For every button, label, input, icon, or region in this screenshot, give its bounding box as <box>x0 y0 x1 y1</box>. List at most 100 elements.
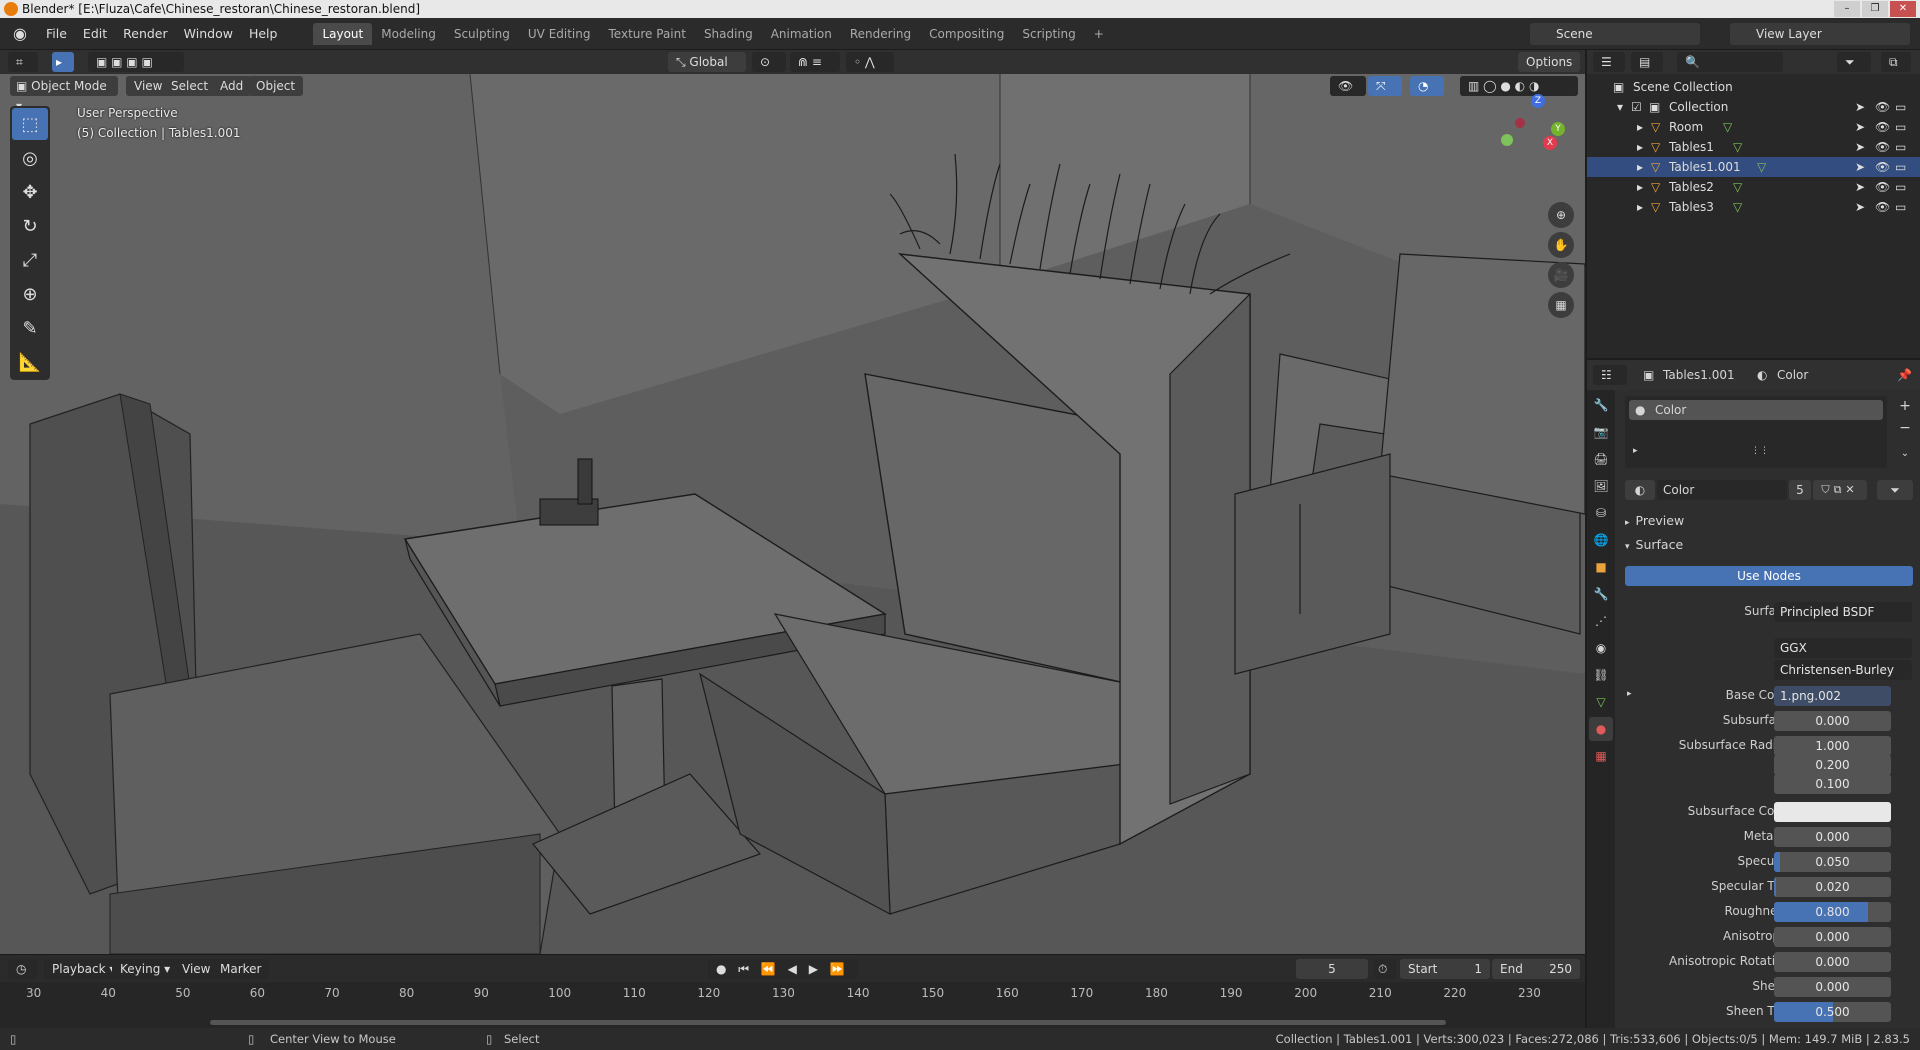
neg-y-axis-icon[interactable] <box>1501 134 1513 146</box>
object-mode-dropdown[interactable]: ▣ Object Mode ▾ <box>10 76 118 113</box>
expand-arrow-icon[interactable]: ▸ <box>1633 446 1638 456</box>
select-toggle-icon[interactable]: ➤ <box>1855 197 1865 217</box>
z-axis-icon[interactable]: Z <box>1531 94 1545 108</box>
workspace-tab-sculpting[interactable]: Sculpting <box>445 23 519 45</box>
outliner-row-tables1-001[interactable]: ▸ ▽ Tables1.001 ▽ ➤ 👁 ▭ <box>1587 157 1920 177</box>
physics-tab-icon[interactable]: ◉ <box>1589 636 1613 660</box>
options-dropdown[interactable]: Options <box>1518 52 1580 72</box>
scene-selector[interactable]: Scene <box>1530 23 1700 45</box>
filter-icon[interactable]: ⏷ <box>1837 52 1871 72</box>
proportional-edit-icon[interactable]: ◦ ⋀ <box>846 52 894 72</box>
property-value-field[interactable] <box>1774 802 1891 822</box>
pin-icon[interactable]: 📌 <box>1897 368 1912 382</box>
material-link-icon[interactable]: ⏷ <box>1877 480 1913 500</box>
use-nodes-button[interactable]: Use Nodes <box>1625 566 1913 586</box>
material-browse-icon[interactable]: ◐ <box>1625 480 1655 500</box>
scale-tool-icon[interactable]: ⤢ <box>12 244 48 276</box>
view-layer-tab-icon[interactable]: 🖼 <box>1589 474 1613 498</box>
data-tab-icon[interactable]: ▽ <box>1589 690 1613 714</box>
material-slot-item[interactable]: ● Color <box>1629 400 1883 420</box>
annotate-tool-icon[interactable]: ✎ <box>12 312 48 344</box>
shading-modes-icon[interactable]: ▥ ◯ ● ◐ ◑ <box>1460 76 1578 96</box>
viewport-menu-add[interactable]: Add <box>212 76 252 96</box>
outliner-row-tables2[interactable]: ▸ ▽ Tables2 ▽ ➤ 👁 ▭ <box>1587 177 1920 197</box>
visibility-eye-icon[interactable]: 👁 <box>1875 117 1890 137</box>
distribution-dropdown[interactable]: GGX <box>1774 638 1912 658</box>
workspace-tab-rendering[interactable]: Rendering <box>841 23 920 45</box>
display-mode-icon[interactable]: ▤ <box>1631 52 1663 72</box>
material-name-field[interactable]: Color <box>1657 480 1787 500</box>
close-button[interactable]: ✕ <box>1890 1 1916 17</box>
3d-viewport[interactable]: User Perspective (5) Collection | Tables… <box>0 74 1585 954</box>
end-frame-field[interactable]: End 250 <box>1492 959 1580 979</box>
outliner-row-tables1[interactable]: ▸ ▽ Tables1 ▽ ➤ 👁 ▭ <box>1587 137 1920 157</box>
expand-arrow-icon[interactable]: ▸ <box>1627 689 1632 699</box>
selection-modes-icon[interactable]: ▣ ▣ ▣ ▣ <box>88 52 184 72</box>
property-value-field[interactable]: 0.500 <box>1774 1002 1891 1022</box>
workspace-tab-compositing[interactable]: Compositing <box>920 23 1013 45</box>
select-toggle-icon[interactable]: ➤ <box>1855 177 1865 197</box>
timeline-menu-keying[interactable]: Keying ▾ <box>112 959 179 979</box>
pivot-icon[interactable]: ⊙ <box>752 52 786 72</box>
select-toggle-icon[interactable]: ➤ <box>1855 97 1865 117</box>
property-value-field[interactable]: 0.000 <box>1774 977 1891 997</box>
gizmo-toggle-icon[interactable]: ⤧ <box>1368 76 1402 96</box>
current-frame-field[interactable]: 5 <box>1296 959 1368 979</box>
timeline-ruler[interactable]: 30 40 50 60 70 80 90 100 110 120 130 140 150 160 170 18… <box>0 982 1585 1028</box>
material-slot-list[interactable]: ● Color ▸ ⋮⋮ <box>1625 396 1887 468</box>
outliner-row-tables3[interactable]: ▸ ▽ Tables3 ▽ ➤ 👁 ▭ <box>1587 197 1920 217</box>
view-layer-selector[interactable]: View Layer <box>1730 23 1910 45</box>
render-toggle-icon[interactable]: ▭ <box>1895 177 1906 197</box>
expand-chevron-icon[interactable]: ▸ <box>1637 177 1643 197</box>
visibility-eye-icon[interactable]: 👁 <box>1875 157 1890 177</box>
menu-window[interactable]: Window <box>176 23 241 45</box>
property-value-field[interactable]: 0.000 <box>1774 711 1891 731</box>
checkbox-icon[interactable]: ☑ <box>1631 97 1642 117</box>
move-tool-icon[interactable]: ✥ <box>12 176 48 208</box>
rotate-tool-icon[interactable]: ↻ <box>12 210 48 242</box>
constraints-tab-icon[interactable]: ⛓ <box>1589 663 1613 687</box>
slot-menu-icon[interactable]: ⌄ <box>1895 444 1915 464</box>
snap-icon[interactable]: ⋒ ≡ <box>790 52 840 72</box>
workspace-tab-scripting[interactable]: Scripting <box>1013 23 1084 45</box>
menu-render[interactable]: Render <box>115 23 176 45</box>
menu-help[interactable]: Help <box>241 23 286 45</box>
tool-tab-icon[interactable]: 🔧 <box>1589 393 1613 417</box>
editor-type-icon[interactable]: ⌗ <box>8 52 38 72</box>
add-slot-icon[interactable]: + <box>1895 396 1915 416</box>
workspace-tab-layout[interactable]: Layout <box>313 22 373 45</box>
render-toggle-icon[interactable]: ▭ <box>1895 157 1906 177</box>
navigation-gizmo[interactable]: Z X Y <box>1495 94 1565 164</box>
cursor-tool-icon[interactable]: ◎ <box>12 142 48 174</box>
workspace-tab-animation[interactable]: Animation <box>762 23 841 45</box>
outliner-row-scene-collection[interactable]: ▣ Scene Collection <box>1587 77 1920 97</box>
expand-chevron-icon[interactable]: ▸ <box>1637 197 1643 217</box>
workspace-tab-modeling[interactable]: Modeling <box>372 23 445 45</box>
expand-chevron-icon[interactable]: ▸ <box>1637 137 1643 157</box>
viewport-menu-select[interactable]: Select <box>163 76 217 96</box>
object-tab-icon[interactable]: ■ <box>1589 555 1613 579</box>
render-tab-icon[interactable]: 📷 <box>1589 420 1613 444</box>
render-toggle-icon[interactable]: ▭ <box>1895 137 1906 157</box>
world-tab-icon[interactable]: 🌐 <box>1589 528 1613 552</box>
select-mode-icon[interactable]: ▸ <box>52 52 74 72</box>
add-workspace-button[interactable]: + <box>1085 23 1113 45</box>
visibility-eye-icon[interactable]: 👁 <box>1875 97 1890 117</box>
workspace-tab-shading[interactable]: Shading <box>695 23 762 45</box>
output-tab-icon[interactable]: 🖨 <box>1589 447 1613 471</box>
outliner-row-collection[interactable]: ▾ ☑ ▣ Collection ➤ 👁 ▭ <box>1587 97 1920 117</box>
material-actions-icon[interactable]: ⛉⧉✕ <box>1813 480 1867 500</box>
camera-view-icon[interactable]: 🎥 <box>1548 262 1574 288</box>
clock-icon[interactable]: ⏱ <box>1374 959 1396 979</box>
subsurface-method-dropdown[interactable]: Christensen-Burley <box>1774 660 1912 680</box>
texture-tab-icon[interactable]: ▦ <box>1589 744 1613 768</box>
expand-chevron-icon[interactable]: ▸ <box>1637 157 1643 177</box>
property-value-field[interactable]: 0.100 <box>1774 774 1891 794</box>
render-toggle-icon[interactable]: ▭ <box>1895 117 1906 137</box>
outliner-search-input[interactable]: 🔍 <box>1677 52 1783 72</box>
scene-tab-icon[interactable]: ⛁ <box>1589 501 1613 525</box>
workspace-tab-uv-editing[interactable]: UV Editing <box>519 23 600 45</box>
property-value-field[interactable]: 0.000 <box>1774 827 1891 847</box>
particles-tab-icon[interactable]: ⋰ <box>1589 609 1613 633</box>
neg-x-axis-icon[interactable] <box>1515 118 1525 128</box>
